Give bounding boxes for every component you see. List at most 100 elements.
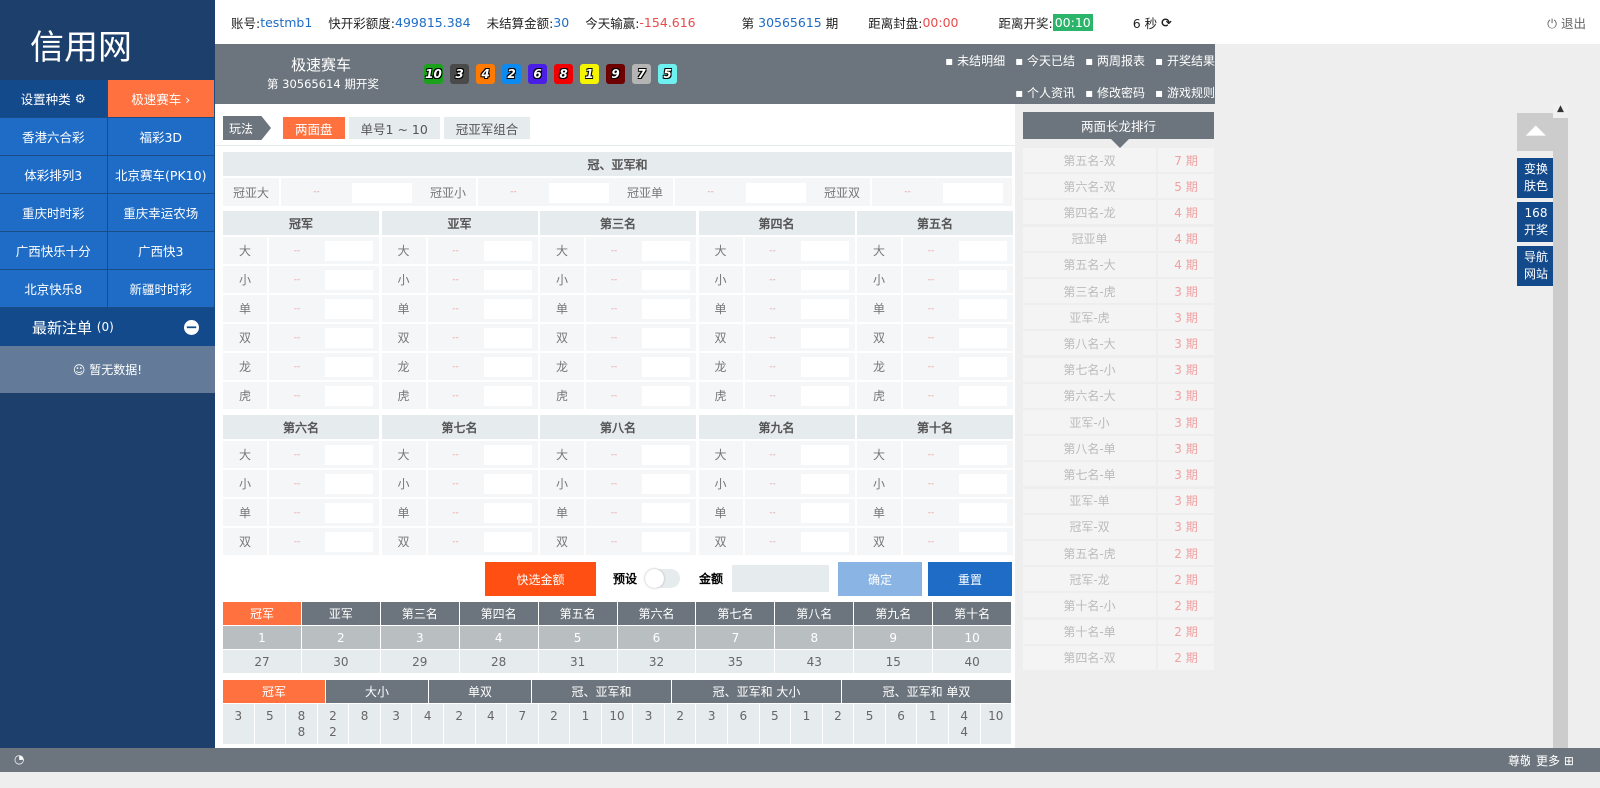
road-tab[interactable]: 单双 xyxy=(429,680,532,704)
rss-icon[interactable]: ◔ xyxy=(14,752,24,766)
stats-header[interactable]: 冠军 xyxy=(223,602,302,626)
stats-header[interactable]: 第七名 xyxy=(696,602,776,626)
latest-bets-header[interactable]: 最新注单 (0) − xyxy=(0,308,215,346)
bet-input[interactable] xyxy=(959,328,1007,348)
reset-button[interactable]: 重置 xyxy=(928,562,1012,596)
bet-input[interactable] xyxy=(642,328,690,348)
stats-header[interactable]: 第六名 xyxy=(617,602,697,626)
bet-input[interactable] xyxy=(800,386,849,406)
header-link[interactable]: ▪ 个人资讯 xyxy=(1015,84,1075,101)
bet-input[interactable] xyxy=(642,386,690,406)
bet-input[interactable] xyxy=(800,357,849,377)
refresh-icon[interactable]: ⟳ xyxy=(1161,15,1171,30)
road-tab[interactable]: 冠军 xyxy=(223,680,326,704)
bet-input[interactable] xyxy=(959,386,1007,406)
more-button[interactable]: 更多 ⊞ xyxy=(1536,752,1574,769)
bet-input[interactable] xyxy=(642,299,690,319)
tab-1[interactable]: 单号1 ~ 10 xyxy=(348,117,440,139)
bet-input[interactable] xyxy=(800,299,849,319)
bet-input[interactable] xyxy=(483,503,532,523)
bet-input[interactable] xyxy=(943,183,1003,203)
stats-header[interactable]: 第三名 xyxy=(380,602,460,626)
stats-header[interactable]: 第九名 xyxy=(854,602,934,626)
bet-input[interactable] xyxy=(325,386,373,406)
bet-input[interactable] xyxy=(959,357,1007,377)
header-link[interactable]: ▪ 开奖结果 xyxy=(1155,52,1215,69)
road-tab[interactable]: 冠、亚军和 单双 xyxy=(842,680,1012,704)
bet-input[interactable] xyxy=(800,328,849,348)
bet-input[interactable] xyxy=(800,445,849,465)
bet-input[interactable] xyxy=(800,532,849,552)
stats-header[interactable]: 第十名 xyxy=(933,602,1013,626)
side-button[interactable]: 变换 肤色 xyxy=(1517,158,1555,198)
bet-input[interactable] xyxy=(325,270,373,290)
bet-input[interactable] xyxy=(549,183,609,203)
header-link[interactable]: ▪ 游戏规则 xyxy=(1155,84,1215,101)
bet-input[interactable] xyxy=(800,241,849,261)
header-link[interactable]: ▪ 修改密码 xyxy=(1085,84,1145,101)
bet-input[interactable] xyxy=(325,241,373,261)
bet-input[interactable] xyxy=(642,474,690,494)
game-item[interactable]: 福彩3D xyxy=(107,118,215,155)
stats-header[interactable]: 第四名 xyxy=(459,602,539,626)
bet-input[interactable] xyxy=(325,532,373,552)
bet-input[interactable] xyxy=(483,532,532,552)
stats-header[interactable]: 第八名 xyxy=(775,602,855,626)
scrollbar[interactable]: ▲ xyxy=(1553,104,1568,748)
game-item[interactable]: 重庆时时彩 xyxy=(0,194,108,231)
bet-input[interactable] xyxy=(642,503,690,523)
bet-input[interactable] xyxy=(959,241,1007,261)
tab-0[interactable]: 两面盘 xyxy=(283,117,345,139)
game-item[interactable]: 北京快乐8 xyxy=(0,270,108,307)
bet-input[interactable] xyxy=(959,299,1007,319)
bet-input[interactable] xyxy=(959,474,1007,494)
side-button[interactable]: 导航 网站 xyxy=(1517,246,1555,286)
bet-input[interactable] xyxy=(325,474,373,494)
bet-input[interactable] xyxy=(800,474,849,494)
collapse-icon[interactable]: − xyxy=(184,318,199,336)
bet-input[interactable] xyxy=(800,503,849,523)
set-kind-button[interactable]: 设置种类 ⚙ xyxy=(0,80,108,117)
bet-input[interactable] xyxy=(642,445,690,465)
header-link[interactable]: ▪ 今天已结 xyxy=(1015,52,1075,69)
bet-input[interactable] xyxy=(483,474,532,494)
bet-input[interactable] xyxy=(483,386,532,406)
current-game-button[interactable]: 极速赛车 › xyxy=(107,80,215,117)
road-tab[interactable]: 冠、亚军和 大小 xyxy=(672,680,842,704)
logout-button[interactable]: ⏻ 退出 xyxy=(1547,13,1586,32)
game-item[interactable]: 广西快3 xyxy=(107,232,215,269)
bet-input[interactable] xyxy=(325,503,373,523)
side-button[interactable]: 168 开奖 xyxy=(1517,202,1555,242)
game-item[interactable]: 香港六合彩 xyxy=(0,118,108,155)
confirm-button[interactable]: 确定 xyxy=(838,562,922,596)
bet-input[interactable] xyxy=(483,241,532,261)
bet-input[interactable] xyxy=(959,503,1007,523)
bet-input[interactable] xyxy=(483,270,532,290)
bet-input[interactable] xyxy=(959,532,1007,552)
bet-input[interactable] xyxy=(800,270,849,290)
bet-input[interactable] xyxy=(483,357,532,377)
bet-input[interactable] xyxy=(325,299,373,319)
bet-input[interactable] xyxy=(642,357,690,377)
quick-amount-button[interactable]: 快选金额 xyxy=(485,562,596,596)
road-tab[interactable]: 冠、亚军和 xyxy=(532,680,672,704)
back-to-top-icon[interactable]: ⏶ xyxy=(1517,113,1555,151)
game-item[interactable]: 广西快乐十分 xyxy=(0,232,108,269)
stats-header[interactable]: 亚军 xyxy=(301,602,381,626)
scroll-up-icon[interactable]: ▲ xyxy=(1553,104,1568,118)
game-item[interactable]: 重庆幸运农场 xyxy=(107,194,215,231)
preset-toggle[interactable] xyxy=(645,569,680,588)
bet-input[interactable] xyxy=(483,299,532,319)
game-item[interactable]: 新疆时时彩 xyxy=(107,270,215,307)
game-item[interactable]: 体彩排列3 xyxy=(0,156,108,193)
game-item[interactable]: 北京赛车(PK10) xyxy=(107,156,215,193)
bet-input[interactable] xyxy=(642,270,690,290)
stats-header[interactable]: 第五名 xyxy=(538,602,618,626)
bet-input[interactable] xyxy=(352,183,412,203)
bet-input[interactable] xyxy=(325,328,373,348)
bet-input[interactable] xyxy=(959,445,1007,465)
bet-input[interactable] xyxy=(746,183,806,203)
header-link[interactable]: ▪ 两周报表 xyxy=(1085,52,1145,69)
amount-input[interactable] xyxy=(732,565,829,592)
tab-2[interactable]: 冠亚军组合 xyxy=(443,117,531,139)
